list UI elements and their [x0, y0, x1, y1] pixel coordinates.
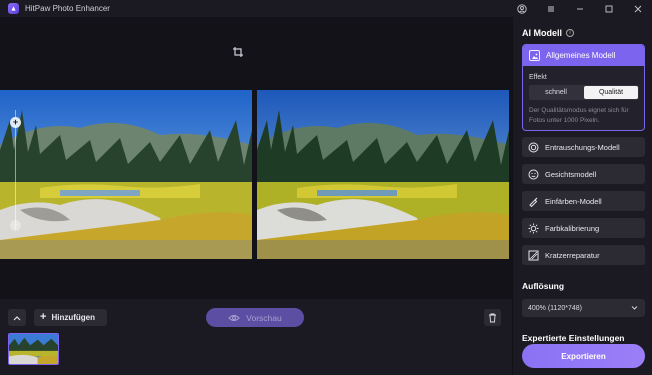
- delete-button[interactable]: [484, 309, 501, 326]
- image-thumbnail[interactable]: [8, 333, 59, 365]
- export-button[interactable]: Exportieren: [522, 344, 645, 368]
- close-icon[interactable]: [623, 0, 652, 17]
- original-image: [0, 90, 252, 259]
- info-icon[interactable]: i: [566, 29, 574, 37]
- model-item-label: Entrauschungs-Modell: [545, 142, 620, 152]
- plus-icon: +: [40, 311, 47, 323]
- denoise-icon: [528, 142, 539, 153]
- expert-settings-title: Expertierte Einstellungen: [522, 333, 625, 343]
- chevron-down-icon: [631, 306, 638, 310]
- model-item-label: Kratzerreparatur: [545, 250, 600, 260]
- enhanced-image: [257, 90, 509, 259]
- effect-option-quality[interactable]: Qualität: [584, 86, 638, 99]
- maximize-icon[interactable]: [594, 0, 623, 17]
- ai-model-heading: AI Modell i: [522, 28, 574, 38]
- preview-button-label: Vorschau: [246, 312, 282, 323]
- selected-model-label: Allgemeines Modell: [546, 51, 616, 60]
- app-window: HitPaw Photo Enhancer + − + Hinzufügen V…: [0, 0, 652, 375]
- model-description: Der Qualitätsmodus eignet sich für Fotos…: [529, 107, 629, 124]
- eye-icon: [228, 314, 240, 321]
- title-bar: HitPaw Photo Enhancer: [0, 0, 652, 17]
- add-button-label: Hinzufügen: [51, 313, 95, 322]
- crop-icon[interactable]: [232, 46, 244, 58]
- expert-settings-heading[interactable]: Expertierte Einstellungen: [522, 333, 625, 343]
- preview-button[interactable]: Vorschau: [206, 308, 304, 327]
- menu-icon[interactable]: [536, 0, 565, 17]
- resolution-title: Auflösung: [522, 281, 565, 291]
- zoom-in-icon[interactable]: +: [10, 117, 21, 128]
- collapse-button[interactable]: [8, 309, 26, 326]
- settings-panel: AI Modell i Allgemeines Modell Effekt sc…: [512, 17, 652, 375]
- effect-toggle[interactable]: schnell Qualität: [529, 85, 639, 100]
- face-icon: [528, 169, 539, 180]
- image-icon: [529, 50, 540, 61]
- zoom-out-icon[interactable]: −: [10, 220, 21, 231]
- selected-model-header[interactable]: Allgemeines Modell: [523, 45, 644, 66]
- color-calibration-icon: [528, 223, 539, 234]
- bottom-toolbar: + Hinzufügen Vorschau: [0, 299, 512, 375]
- window-controls: [507, 0, 652, 17]
- trash-icon: [489, 313, 496, 322]
- chevron-up-icon: [13, 315, 21, 320]
- model-item-scratch-repair[interactable]: Kratzerreparatur: [522, 245, 645, 265]
- model-item-label: Einfärben-Modell: [545, 196, 602, 206]
- account-icon[interactable]: [507, 0, 536, 17]
- selected-model-card[interactable]: Allgemeines Modell Effekt schnell Qualit…: [522, 44, 645, 131]
- effect-option-fast[interactable]: schnell: [529, 85, 583, 100]
- app-title: HitPaw Photo Enhancer: [25, 4, 110, 13]
- model-item-colorize[interactable]: Einfärben-Modell: [522, 191, 645, 211]
- model-item-denoise[interactable]: Entrauschungs-Modell: [522, 137, 645, 157]
- app-logo-icon: [8, 3, 19, 14]
- ai-model-title: AI Modell: [522, 28, 562, 38]
- effect-label: Effekt: [529, 74, 547, 81]
- resolution-value: 400% (1120*748): [528, 304, 582, 312]
- export-button-label: Exportieren: [561, 351, 606, 361]
- preview-canvas: + −: [0, 17, 512, 299]
- resolution-select[interactable]: 400% (1120*748): [522, 299, 645, 317]
- model-item-color-calibration[interactable]: Farbkalibrierung: [522, 218, 645, 238]
- model-item-label: Farbkalibrierung: [545, 223, 600, 233]
- colorize-icon: [528, 196, 539, 207]
- zoom-slider[interactable]: [15, 110, 16, 230]
- minimize-icon[interactable]: [565, 0, 594, 17]
- model-item-label: Gesichtsmodell: [545, 169, 597, 179]
- add-button[interactable]: + Hinzufügen: [34, 309, 107, 326]
- scratch-repair-icon: [528, 250, 539, 261]
- model-item-face[interactable]: Gesichtsmodell: [522, 164, 645, 184]
